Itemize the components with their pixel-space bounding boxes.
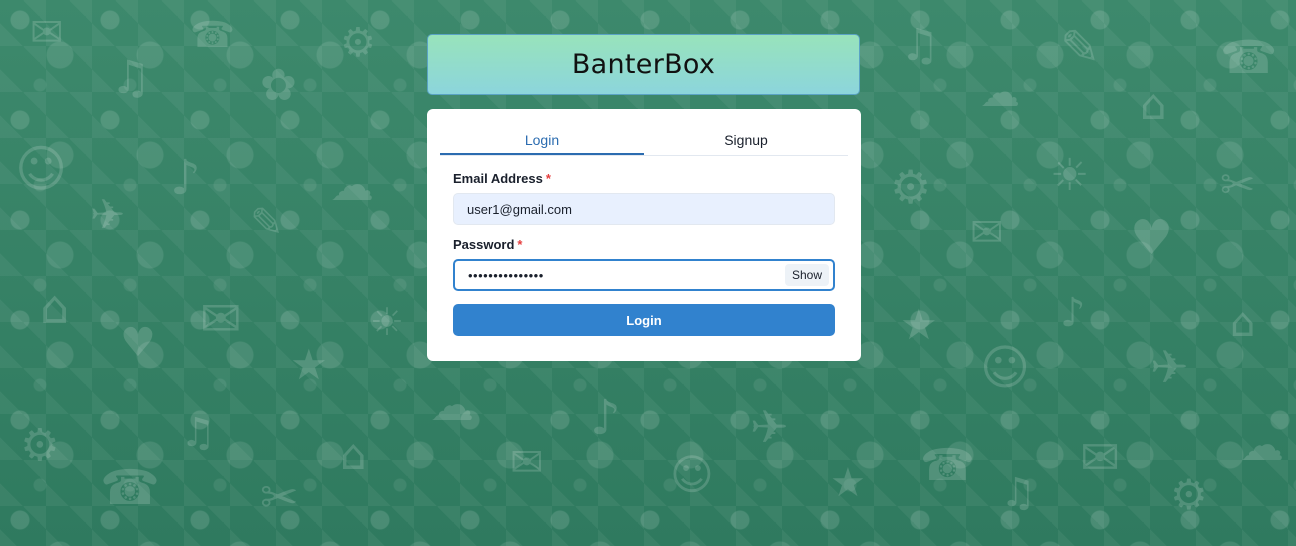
auth-card: Login Signup Email Address* Password* Sh… xyxy=(427,109,861,361)
password-wrapper: Show xyxy=(453,259,835,291)
required-marker: * xyxy=(545,171,551,186)
login-form: Email Address* Password* Show Login xyxy=(440,171,848,336)
required-marker: * xyxy=(517,237,523,252)
password-field[interactable] xyxy=(453,259,835,291)
password-label: Password * xyxy=(453,237,835,252)
login-button[interactable]: Login xyxy=(453,304,835,336)
auth-tabs: Login Signup xyxy=(440,121,848,156)
app-header: BanterBox xyxy=(427,34,860,95)
email-field[interactable] xyxy=(453,193,835,225)
tab-signup[interactable]: Signup xyxy=(644,121,848,155)
tab-login[interactable]: Login xyxy=(440,121,644,155)
email-label: Email Address * xyxy=(453,171,835,186)
show-password-button[interactable]: Show xyxy=(785,264,829,286)
app-title: BanterBox xyxy=(571,49,716,80)
email-label-text: Email Address xyxy=(453,171,543,186)
password-label-text: Password xyxy=(453,237,515,252)
